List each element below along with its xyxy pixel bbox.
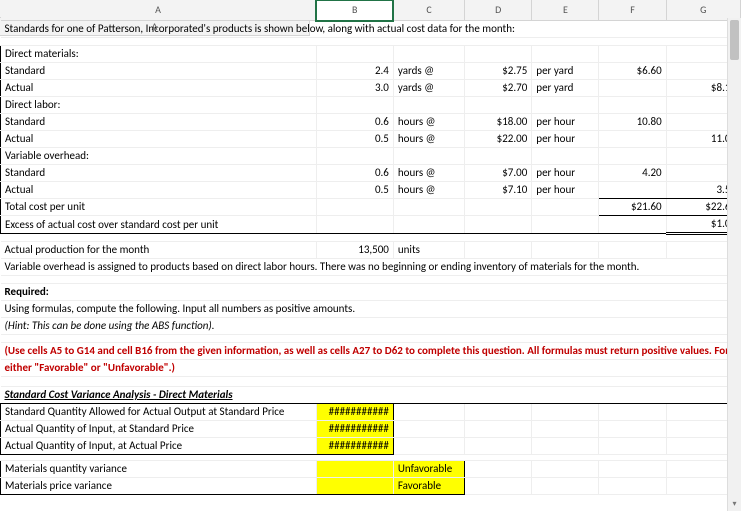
label-total-cost: Total cost per unit <box>1 199 317 216</box>
label-dl-actual: Actual <box>1 131 317 148</box>
col-header-A[interactable]: A <box>1 0 317 21</box>
dm-act-qty[interactable]: 3.0 <box>316 80 393 97</box>
label-materials-qty-variance: Materials quantity variance <box>1 461 317 478</box>
dl-std-price[interactable]: $18.00 <box>465 114 532 131</box>
dl-act-price[interactable]: $22.00 <box>465 131 532 148</box>
dm-act-price[interactable]: $2.70 <box>465 80 532 97</box>
worksheet[interactable]: A B C D E F G Standards for one of Patte… <box>0 0 741 495</box>
input-materials-qty-variance[interactable] <box>316 461 393 478</box>
input-materials-price-variance[interactable] <box>316 478 393 495</box>
col-header-D[interactable]: D <box>465 0 532 21</box>
col-header-F[interactable]: F <box>599 0 666 21</box>
result-materials-price-variance[interactable]: Favorable <box>393 478 464 495</box>
label-vo-actual: Actual <box>1 182 317 199</box>
intro-text: Standards for one of Patterson, Incorpor… <box>1 21 741 38</box>
total-std[interactable]: $21.60 <box>599 199 666 216</box>
actual-production-value[interactable]: 13,500 <box>316 242 393 259</box>
spacer <box>1 377 741 387</box>
label-dm-standard: Standard <box>1 63 317 80</box>
label-vo-standard: Standard <box>1 165 317 182</box>
label-actual-production: Actual production for the month <box>1 242 317 259</box>
vo-std-price[interactable]: $7.00 <box>465 165 532 182</box>
label-materials-price-variance: Materials price variance <box>1 478 317 495</box>
scroll-thumb[interactable] <box>730 20 739 60</box>
spacer <box>1 335 741 343</box>
scroll-down-icon[interactable]: ▾ <box>728 497 741 511</box>
label-dm-actual: Actual <box>1 80 317 97</box>
dm-std-unit: yards @ <box>393 63 464 80</box>
label-direct-labor: Direct labor: <box>1 97 317 114</box>
label-dl-standard: Standard <box>1 114 317 131</box>
required-heading: Required: <box>1 284 741 301</box>
col-header-B[interactable]: B <box>316 0 393 21</box>
input-actual-qty-std-price[interactable]: ########### <box>316 421 393 438</box>
vo-act-price[interactable]: $7.10 <box>465 182 532 199</box>
label-direct-materials: Direct materials: <box>1 46 317 63</box>
spacer <box>1 276 741 284</box>
result-materials-qty-variance[interactable]: Unfavorable <box>393 461 464 478</box>
instruction-line2: either "Favorable" or "Unfavorable".) <box>1 360 741 377</box>
label-std-qty-allowed: Standard Quantity Allowed for Actual Out… <box>1 404 317 421</box>
label-actual-qty-actual-price: Actual Quantity of Input, at Actual Pric… <box>1 438 317 455</box>
dl-std-qty[interactable]: 0.6 <box>316 114 393 131</box>
label-actual-qty-std-price: Actual Quantity of Input, at Standard Pr… <box>1 421 317 438</box>
label-variable-overhead: Variable overhead: <box>1 148 317 165</box>
col-header-E[interactable]: E <box>532 0 599 21</box>
required-text: Using formulas, compute the following. I… <box>1 301 741 318</box>
dm-act-unit: yards @ <box>393 80 464 97</box>
dm-std-per: per yard <box>532 63 599 80</box>
units-label: units <box>393 242 464 259</box>
instruction-line1: (Use cells A5 to G14 and cell B16 from t… <box>1 343 741 360</box>
col-header-C[interactable]: C <box>393 0 464 21</box>
label-excess: Excess of actual cost over standard cost… <box>1 216 317 234</box>
dm-std-total[interactable]: $6.60 <box>599 63 666 80</box>
vo-act-qty[interactable]: 0.5 <box>316 182 393 199</box>
hint-text: (Hint: This can be done using the ABS fu… <box>1 318 741 335</box>
dm-act-per: per yard <box>532 80 599 97</box>
note-overhead: Variable overhead is assigned to product… <box>1 259 741 276</box>
dl-act-qty[interactable]: 0.5 <box>316 131 393 148</box>
vo-std-total[interactable]: 4.20 <box>599 165 666 182</box>
vertical-scrollbar[interactable]: ▴ ▾ <box>727 18 741 511</box>
dl-std-total[interactable]: 10.80 <box>599 114 666 131</box>
vo-std-qty[interactable]: 0.6 <box>316 165 393 182</box>
dm-std-price[interactable]: $2.75 <box>465 63 532 80</box>
spacer <box>1 38 741 46</box>
input-actual-qty-actual-price[interactable]: ########### <box>316 438 393 455</box>
dm-std-qty[interactable]: 2.4 <box>316 63 393 80</box>
spacer <box>1 234 741 242</box>
input-std-qty-allowed[interactable]: ########### <box>316 404 393 421</box>
section-heading-variance: Standard Cost Variance Analysis - Direct… <box>1 387 741 404</box>
